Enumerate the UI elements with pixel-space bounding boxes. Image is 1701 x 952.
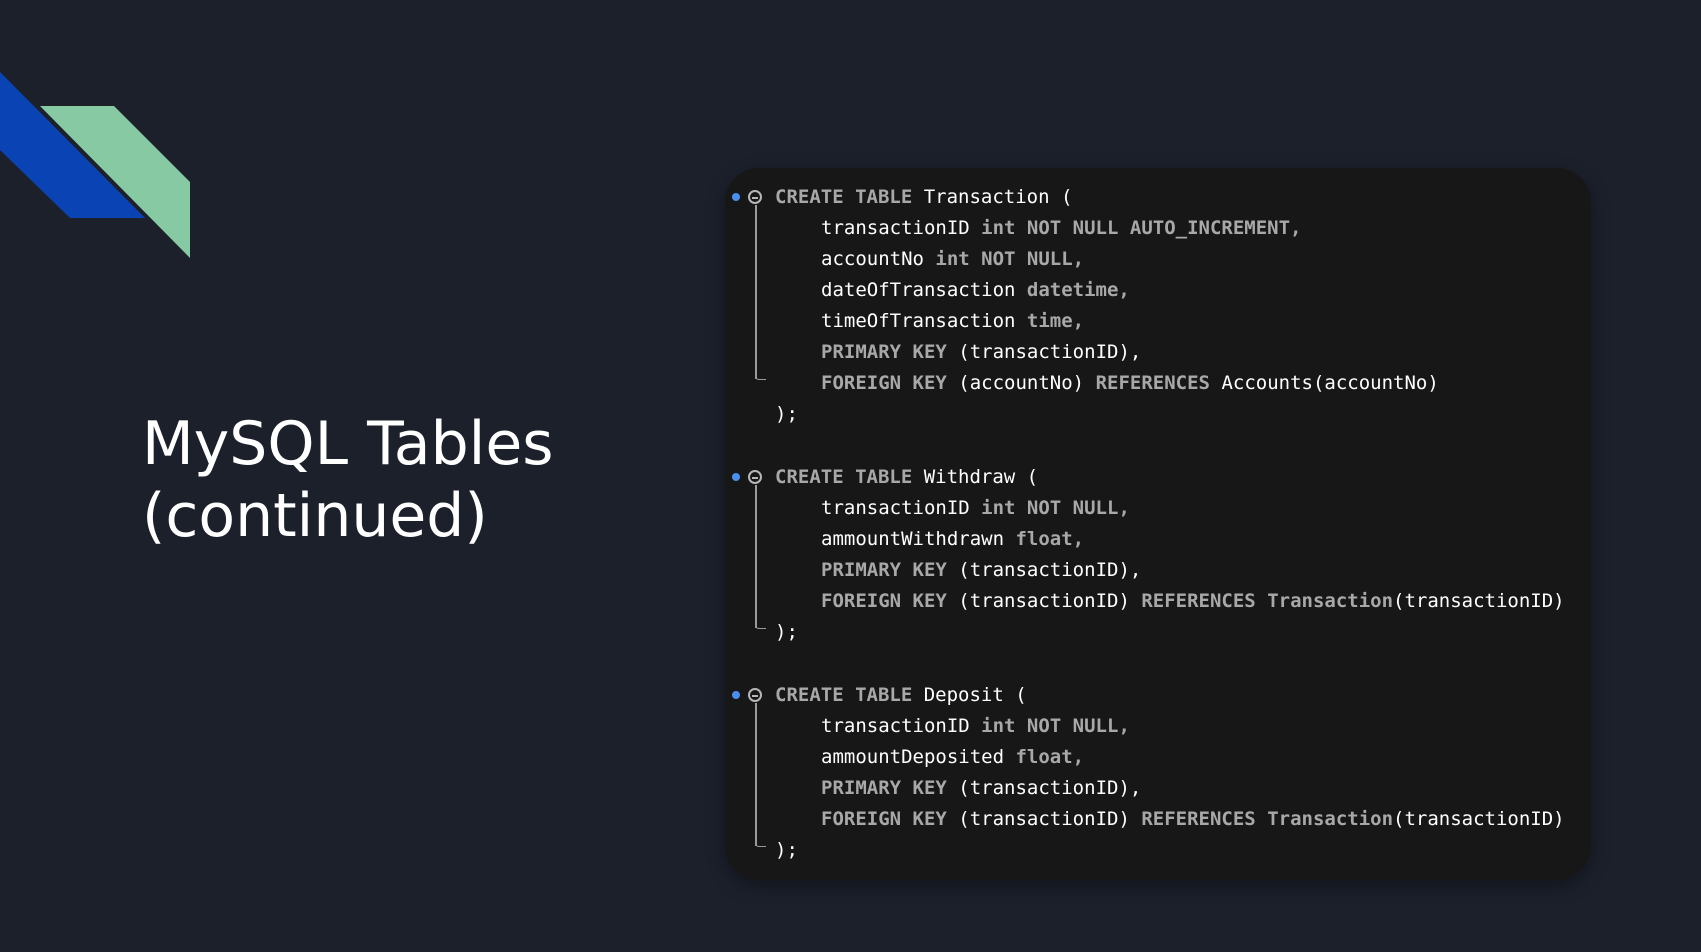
- code-line: FOREIGN KEY (transactionID) REFERENCES T…: [821, 590, 1565, 612]
- code-line: ammountDeposited float,: [821, 746, 1085, 768]
- code-line: timeOfTransaction time,: [821, 310, 1085, 332]
- fold-guide-end: [755, 838, 766, 847]
- code-line: transactionID int NOT NULL AUTO_INCREMEN…: [821, 217, 1302, 239]
- code-line: );: [775, 839, 798, 861]
- fold-guide-line: [755, 703, 757, 846]
- code-line: FOREIGN KEY (transactionID) REFERENCES T…: [821, 808, 1565, 830]
- code-line: transactionID int NOT NULL,: [821, 497, 1130, 519]
- slide-title-line-1: MySQL Tables: [142, 409, 554, 479]
- fold-guide-line: [755, 205, 757, 379]
- code-line: CREATE TABLE Deposit (: [775, 684, 1027, 706]
- code-panel: CREATE TABLE Transaction ( transactionID…: [725, 168, 1591, 880]
- slide-title-line-2: (continued): [142, 481, 488, 551]
- code-line: FOREIGN KEY (accountNo) REFERENCES Accou…: [821, 372, 1439, 394]
- code-line: ammountWithdrawn float,: [821, 528, 1085, 550]
- breakpoint-dot[interactable]: [732, 473, 740, 481]
- breakpoint-dot[interactable]: [732, 691, 740, 699]
- code-line: CREATE TABLE Transaction (: [775, 186, 1073, 208]
- code-line: dateOfTransaction datetime,: [821, 279, 1130, 301]
- fold-collapse-icon[interactable]: [748, 190, 762, 204]
- code-line: PRIMARY KEY (transactionID),: [821, 777, 1142, 799]
- slide-title: MySQL Tables (continued): [142, 408, 554, 552]
- code-line: PRIMARY KEY (transactionID),: [821, 559, 1142, 581]
- code-line: );: [775, 403, 798, 425]
- code-line: PRIMARY KEY (transactionID),: [821, 341, 1142, 363]
- fold-guide-line: [755, 485, 757, 628]
- code-line: CREATE TABLE Withdraw (: [775, 466, 1039, 488]
- code-line: );: [775, 621, 798, 643]
- fold-collapse-icon[interactable]: [748, 470, 762, 484]
- fold-guide-end: [755, 620, 766, 629]
- code-line: transactionID int NOT NULL,: [821, 715, 1130, 737]
- corner-decoration: [0, 72, 190, 258]
- fold-collapse-icon[interactable]: [748, 688, 762, 702]
- fold-guide-end: [755, 371, 766, 380]
- code-line: accountNo int NOT NULL,: [821, 248, 1085, 270]
- breakpoint-dot[interactable]: [732, 193, 740, 201]
